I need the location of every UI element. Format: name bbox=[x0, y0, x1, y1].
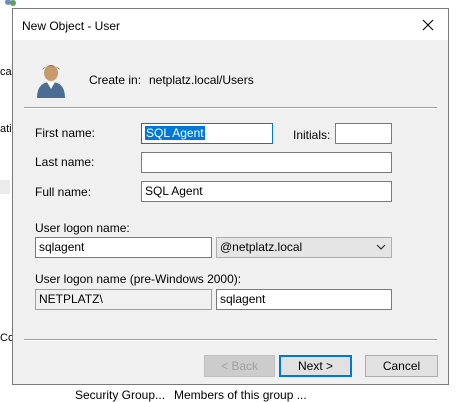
next-button[interactable]: Next > bbox=[279, 355, 352, 377]
back-button[interactable]: < Back bbox=[204, 355, 275, 377]
initials-label: Initials: bbox=[293, 128, 331, 142]
background-list-highlight bbox=[0, 180, 10, 194]
background-app-icon bbox=[5, 0, 16, 6]
new-user-dialog: New Object - User Create in: netplatz.lo… bbox=[12, 8, 449, 385]
dialog-titlebar: New Object - User bbox=[13, 9, 448, 40]
user-icon bbox=[37, 65, 65, 98]
first-name-value: SQL Agent bbox=[145, 126, 205, 140]
create-in-path: netplatz.local/Users bbox=[149, 73, 254, 87]
separator bbox=[24, 107, 437, 109]
first-name-label: First name: bbox=[35, 126, 96, 140]
close-icon[interactable] bbox=[415, 13, 441, 37]
domain-suffix-value: @netplatz.local bbox=[220, 240, 303, 254]
pre2000-name-field[interactable]: sqlagent bbox=[216, 289, 392, 310]
pre2000-label: User logon name (pre-Windows 2000): bbox=[35, 272, 242, 286]
first-name-field[interactable]: SQL Agent bbox=[141, 123, 273, 144]
logon-name-label: User logon name: bbox=[35, 221, 130, 235]
last-name-field[interactable] bbox=[141, 152, 392, 173]
pre2000-domain-field: NETPLATZ\ bbox=[35, 289, 212, 310]
dialog-title: New Object - User bbox=[22, 19, 121, 33]
background-column-header: Security Group... bbox=[75, 388, 166, 402]
separator bbox=[24, 339, 437, 341]
domain-suffix-dropdown[interactable]: @netplatz.local bbox=[216, 237, 392, 258]
initials-field[interactable] bbox=[335, 123, 392, 144]
background-text-fragment: ati bbox=[0, 123, 12, 135]
cancel-button[interactable]: Cancel bbox=[365, 355, 438, 377]
background-text-fragment: ca bbox=[0, 66, 12, 78]
last-name-label: Last name: bbox=[35, 155, 95, 169]
logon-name-field[interactable]: sqlagent bbox=[35, 237, 212, 258]
create-in-label: Create in: bbox=[89, 73, 142, 87]
full-name-field[interactable]: SQL Agent bbox=[141, 181, 392, 202]
chevron-down-icon bbox=[376, 244, 386, 250]
full-name-label: Full name: bbox=[35, 185, 92, 199]
background-column-header: Members of this group ... bbox=[174, 388, 307, 402]
